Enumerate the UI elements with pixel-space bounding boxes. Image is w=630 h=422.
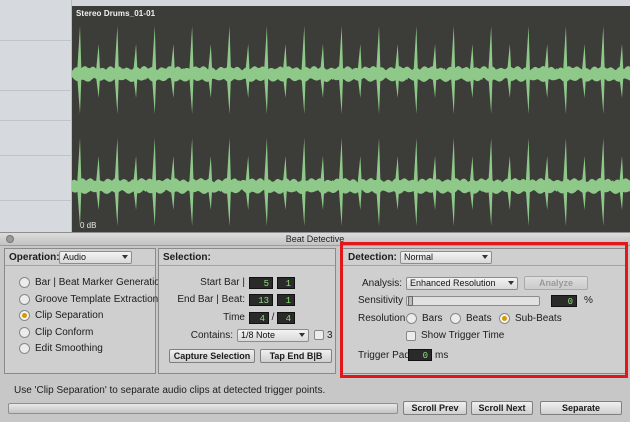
analysis-popup-value: Enhanced Resolution — [410, 278, 496, 288]
detection-mode-popup[interactable]: Normal — [400, 251, 492, 264]
radio-button[interactable] — [19, 327, 30, 338]
end-bar-field[interactable]: 13 — [249, 294, 273, 306]
resolution-option-label: Bars — [422, 313, 443, 324]
operation-option-label: Edit Smoothing — [35, 343, 103, 354]
waveform — [72, 26, 630, 226]
triplet-label: 3 — [327, 330, 333, 341]
operation-popup[interactable]: Audio — [59, 251, 132, 264]
radio-button[interactable] — [19, 343, 30, 354]
beat-detective-window: Beat Detective Operation: Audio Bar | Be… — [0, 232, 630, 422]
start-beat-field[interactable]: 1 — [277, 277, 295, 289]
slider-handle[interactable] — [408, 296, 413, 306]
edit-window: Stereo Drums_01-01 0 dB — [0, 0, 630, 232]
end-beat-field[interactable]: 1 — [277, 294, 295, 306]
triplet-checkbox[interactable] — [314, 330, 324, 340]
status-message: Use 'Clip Separation' to separate audio … — [14, 385, 326, 396]
sensitivity-label: Sensitivity — [358, 295, 404, 306]
end-bar-label: End Bar | Beat: — [177, 294, 245, 305]
chevron-down-icon — [482, 255, 488, 259]
operation-label: Operation: — [9, 252, 60, 263]
operation-option-label: Clip Separation — [35, 310, 104, 321]
resolution-option-label: Sub-Beats — [515, 313, 562, 324]
selection-label: Selection: — [163, 252, 211, 263]
separate-button[interactable]: Separate — [540, 401, 622, 415]
gutter-divider — [0, 155, 72, 156]
sensitivity-field[interactable]: 0 — [551, 295, 577, 307]
radio-button-selected[interactable] — [19, 310, 30, 321]
detection-label: Detection: — [348, 252, 397, 263]
gutter-divider — [0, 90, 72, 91]
radio-button[interactable] — [406, 313, 417, 324]
scroll-next-button[interactable]: Scroll Next — [471, 401, 533, 415]
operation-option-label: Clip Conform — [35, 327, 94, 338]
time-sig-numerator[interactable]: 4 — [249, 312, 269, 324]
capture-selection-button[interactable]: Capture Selection — [169, 349, 255, 363]
tap-end-button[interactable]: Tap End B|B — [260, 349, 332, 363]
contains-popup-value: 1/8 Note — [241, 330, 276, 340]
window-titlebar[interactable]: Beat Detective — [0, 233, 630, 246]
chevron-down-icon — [299, 333, 305, 337]
operation-header: Operation: Audio — [5, 249, 155, 266]
trigger-pad-unit: ms — [435, 350, 449, 361]
operation-option-label: Groove Template Extraction — [35, 294, 159, 305]
contains-popup[interactable]: 1/8 Note — [237, 329, 309, 342]
contains-label: Contains: — [190, 330, 233, 341]
app-root: Stereo Drums_01-01 0 dB Beat Detective O… — [0, 0, 630, 422]
operation-popup-value: Audio — [63, 252, 87, 262]
trigger-pad-label: Trigger Pad — [358, 350, 410, 361]
progress-bar — [8, 403, 398, 414]
window-title: Beat Detective — [285, 234, 345, 244]
operation-option-label: Bar | Beat Marker Generation — [35, 277, 166, 288]
chevron-down-icon — [122, 255, 128, 259]
selection-panel: Selection: Start Bar | 5 1 End Bar | Bea… — [158, 248, 336, 374]
time-sig-separator: / — [271, 312, 275, 323]
track-gutter — [0, 0, 72, 232]
analyze-button[interactable]: Analyze — [524, 276, 588, 290]
time-sig-denominator[interactable]: 4 — [277, 312, 295, 324]
selection-header: Selection: — [159, 249, 335, 266]
resolution-label: Resolution — [358, 313, 406, 324]
radio-button-selected[interactable] — [499, 313, 510, 324]
detection-panel: Detection: Normal Analysis: Enhanced Res… — [341, 248, 626, 374]
scroll-prev-button[interactable]: Scroll Prev — [403, 401, 467, 415]
radio-button[interactable] — [19, 277, 30, 288]
gutter-divider — [0, 120, 72, 121]
analysis-popup[interactable]: Enhanced Resolution — [406, 277, 518, 290]
clip-gain-label: 0 dB — [80, 221, 97, 230]
time-sig-label: Time — [223, 312, 245, 323]
detection-mode-value: Normal — [404, 252, 434, 262]
gutter-divider — [0, 200, 72, 201]
operation-panel: Operation: Audio Bar | Beat Marker Gener… — [4, 248, 165, 374]
radio-button[interactable] — [450, 313, 461, 324]
start-bar-field[interactable]: 5 — [249, 277, 273, 289]
radio-button[interactable] — [19, 294, 30, 305]
clip-name: Stereo Drums_01-01 — [76, 9, 156, 18]
start-bar-label: Start Bar | — [200, 277, 245, 288]
chevron-down-icon — [508, 281, 514, 285]
sensitivity-slider[interactable] — [406, 296, 540, 306]
detection-header: Detection: Normal — [342, 249, 625, 266]
analysis-label: Analysis: — [361, 278, 402, 289]
sensitivity-unit: % — [584, 295, 593, 306]
trigger-pad-field[interactable]: 0 — [408, 349, 432, 361]
show-trigger-time-label: Show Trigger Time — [421, 330, 505, 341]
resolution-option-label: Beats — [466, 313, 492, 324]
gutter-divider — [0, 40, 72, 41]
show-trigger-time-checkbox[interactable] — [406, 331, 416, 341]
audio-clip[interactable]: Stereo Drums_01-01 0 dB — [72, 6, 630, 232]
